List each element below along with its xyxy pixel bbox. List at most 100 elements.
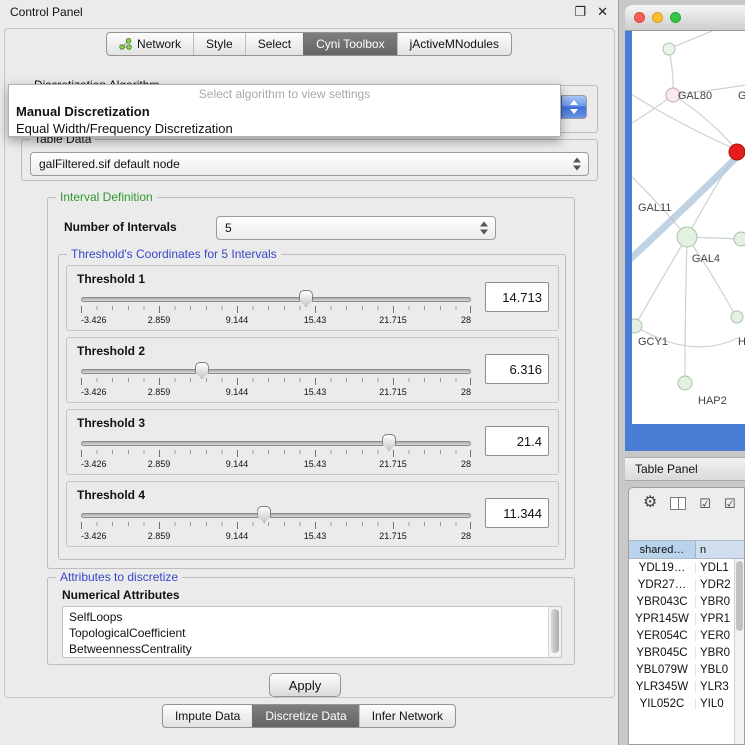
node-label: GAL4 [692,253,720,265]
list-item[interactable]: BetweennessCentrality [69,641,547,657]
tab-select[interactable]: Select [245,33,303,55]
bottom-tab-bar: Impute Data Discretize Data Infer Networ… [162,704,456,728]
close-traffic-light-icon[interactable] [634,12,645,23]
slider-scale: -3.426 2.859 9.144 15.43 21.715 28 [81,459,471,470]
threshold-2-value-field[interactable]: 6.316 [485,354,549,384]
table-row[interactable]: YDR27…YDR2 [629,576,734,593]
tab-impute-data[interactable]: Impute Data [163,705,252,727]
tab-jactivemnodules[interactable]: jActiveMNodules [397,33,511,55]
threshold-1-panel: Threshold 1 -3.426 2.859 9.144 15.43 21.… [66,265,559,331]
slider-thumb[interactable] [195,362,209,379]
stepper-icon[interactable] [480,222,488,235]
table-data-select-value: galFiltered.sif default node [39,157,180,171]
list-item[interactable]: SelfLoops [69,609,547,625]
threshold-2-slider[interactable]: -3.426 2.859 9.144 15.43 21.715 28 [81,362,471,402]
network-node [734,232,745,246]
tab-network[interactable]: Network [107,33,193,55]
scale-label: 9.144 [226,387,249,397]
table-row[interactable]: YLR345WYLR3 [629,678,734,695]
network-canvas[interactable]: GAL80 G GAL11 GAL4 GCY1 H HAP2 [632,31,745,424]
number-of-intervals-select[interactable]: 5 [216,216,496,240]
table-panel-header[interactable]: Table Panel [625,457,745,481]
slider-track[interactable] [81,441,471,446]
tab-style[interactable]: Style [193,33,245,55]
slider-thumb[interactable] [382,434,396,451]
threshold-4-value-field[interactable]: 11.344 [485,498,549,528]
threshold-3-value-field[interactable]: 21.4 [485,426,549,456]
column-header-shared-name[interactable]: shared… [629,541,696,558]
select-none-check-icon[interactable]: ☑ [724,497,736,510]
table-data-select[interactable]: galFiltered.sif default node [30,152,589,176]
node-label: GAL80 [678,90,712,102]
network-window-titlebar[interactable] [625,5,745,31]
network-icon [119,38,132,50]
threshold-2-panel: Threshold 2 -3.426 2.859 9.144 15.43 21.… [66,337,559,403]
network-view-window: GAL80 G GAL11 GAL4 GCY1 H HAP2 [625,5,745,451]
number-of-intervals-value: 5 [225,221,232,235]
attributes-list[interactable]: SelfLoops TopologicalCoefficient Between… [62,606,562,658]
table-scrollbar[interactable] [734,559,744,744]
threshold-1-slider[interactable]: -3.426 2.859 9.144 15.43 21.715 28 [81,290,471,330]
column-header-name[interactable]: n [696,541,744,558]
table-panel-title: Table Panel [635,462,698,476]
stepper-icon[interactable] [573,158,581,171]
float-window-icon[interactable]: ❐ [574,4,586,20]
scale-label: 2.859 [148,315,171,325]
dropdown-option-manual-discretization[interactable]: Manual Discretization [9,103,560,120]
scale-label: -3.426 [81,459,107,469]
tab-discretize-data[interactable]: Discretize Data [252,705,358,727]
threshold-3-label: Threshold 3 [77,416,145,430]
slider-track[interactable] [81,513,471,518]
table-row[interactable]: YDL19…YDL1 [629,559,734,576]
window-title: Control Panel [10,5,83,19]
top-tab-bar: Network Style Select Cyni Toolbox jActiv… [106,32,512,56]
minimize-traffic-light-icon[interactable] [652,12,663,23]
zoom-traffic-light-icon[interactable] [670,12,681,23]
select-all-check-icon[interactable]: ☑ [699,497,711,510]
scale-label: 2.859 [148,387,171,397]
table-row[interactable]: YIL052CYIL0 [629,695,734,712]
slider-track[interactable] [81,297,471,302]
slider-track[interactable] [81,369,471,374]
table-row[interactable]: YBR043CYBR0 [629,593,734,610]
combo-arrows-icon[interactable] [561,95,587,119]
list-item[interactable]: TopologicalCoefficient [69,625,547,641]
list-scrollbar[interactable] [548,607,561,657]
dropdown-option-equal-width-frequency[interactable]: Equal Width/Frequency Discretization [9,120,560,137]
network-node [677,227,697,247]
scale-label: 21.715 [379,531,407,541]
slider-scale: -3.426 2.859 9.144 15.43 21.715 28 [81,387,471,398]
scale-label: 15.43 [304,531,327,541]
gear-icon[interactable]: ⚙ [643,495,657,511]
table-row[interactable]: YER054CYER0 [629,627,734,644]
scale-label: 2.859 [148,531,171,541]
node-label: HAP2 [698,395,727,407]
network-node [731,311,743,323]
table-row[interactable]: YBR045CYBR0 [629,644,734,661]
scale-label: 28 [461,459,471,469]
threshold-4-label: Threshold 4 [77,488,145,502]
apply-button[interactable]: Apply [269,673,341,697]
scale-label: 15.43 [304,459,327,469]
columns-icon[interactable] [670,497,686,510]
table-row[interactable]: YBL079WYBL0 [629,661,734,678]
table-header-row: shared… n [629,540,744,559]
close-icon[interactable]: ✕ [597,4,608,20]
node-label: G [738,90,745,102]
threshold-3-slider[interactable]: -3.426 2.859 9.144 15.43 21.715 28 [81,434,471,474]
tab-infer-network[interactable]: Infer Network [359,705,455,727]
algorithm-dropdown-popup: Select algorithm to view settings Manual… [8,84,561,137]
scale-label: 21.715 [379,459,407,469]
scrollbar-thumb[interactable] [736,561,743,631]
table-row[interactable]: YPR145WYPR1 [629,610,734,627]
scrollbar-thumb[interactable] [551,609,559,653]
table-toolbar: ⚙ ☑ ☑ [629,488,744,518]
tab-cyni-toolbox[interactable]: Cyni Toolbox [303,33,396,55]
threshold-4-slider[interactable]: -3.426 2.859 9.144 15.43 21.715 28 [81,506,471,546]
group-title: Attributes to discretize [56,570,182,584]
slider-thumb[interactable] [299,290,313,307]
threshold-1-value-field[interactable]: 14.713 [485,282,549,312]
numerical-attributes-label: Numerical Attributes [62,588,180,602]
control-panel-titlebar: Control Panel ❐ ✕ [0,0,618,24]
slider-thumb[interactable] [257,506,271,523]
